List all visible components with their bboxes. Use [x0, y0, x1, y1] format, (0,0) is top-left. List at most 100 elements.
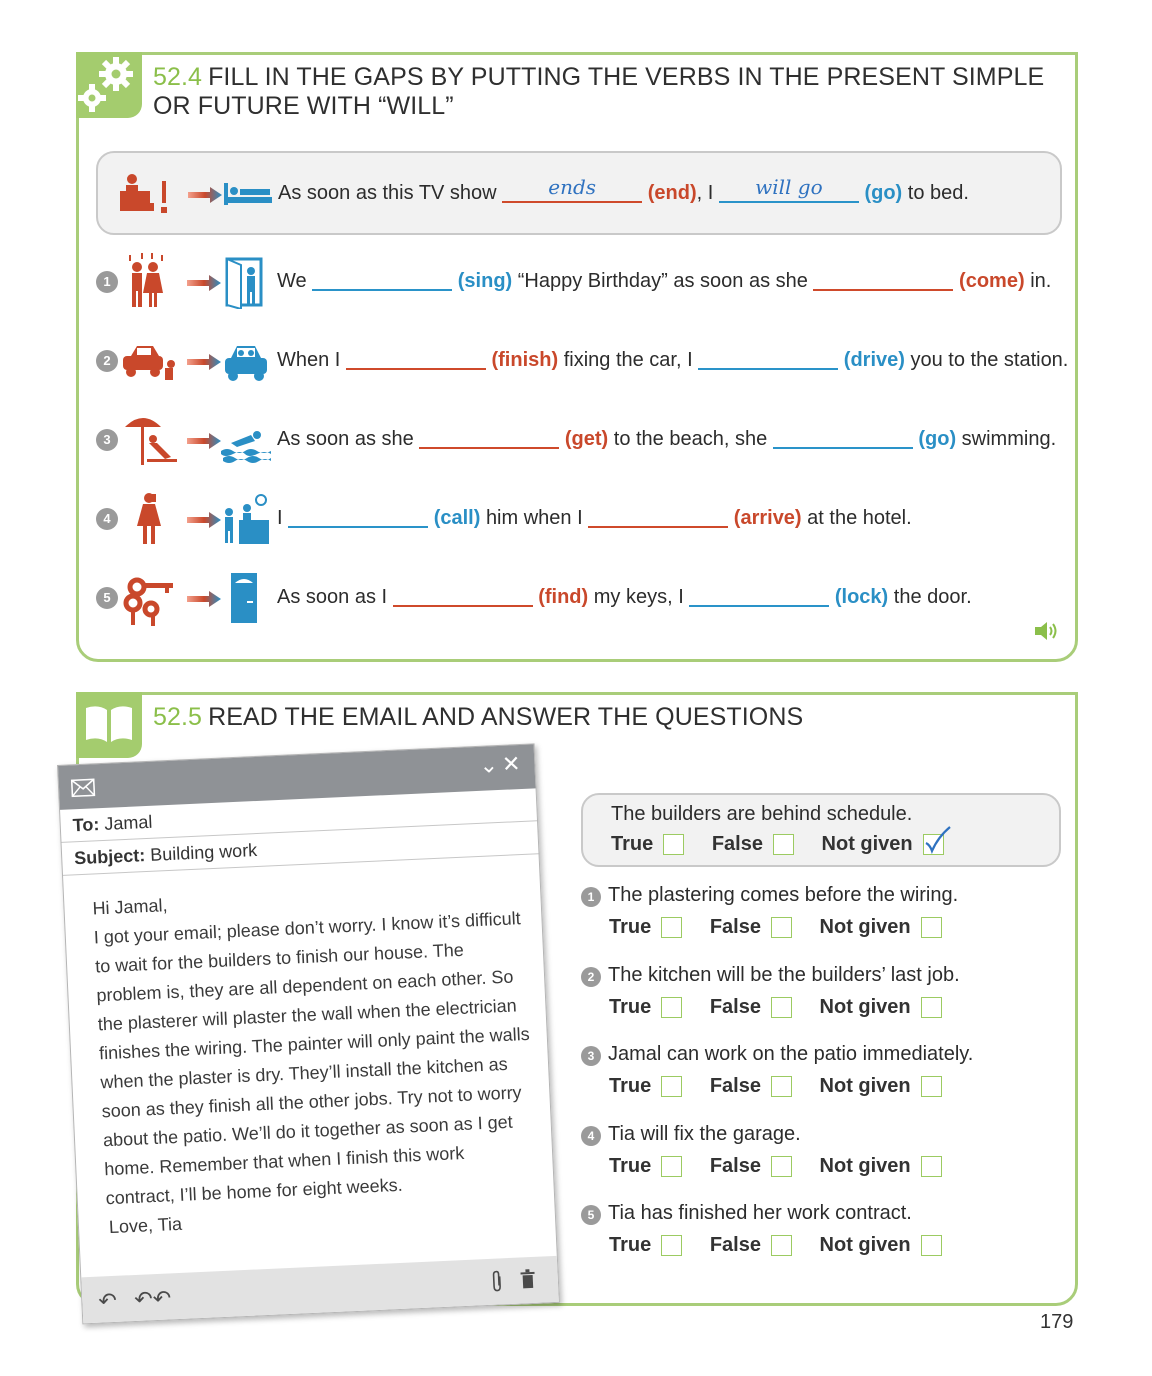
false-checkbox[interactable]	[772, 834, 794, 856]
example-sentence: As soon as this TV show ends (end), I wi…	[278, 175, 969, 205]
close-icon[interactable]: ✕	[501, 751, 525, 777]
email-body: Hi Jamal, I got your email; please don’t…	[63, 854, 555, 1243]
reply-icon[interactable]: ↶	[98, 1288, 118, 1315]
true-checkbox[interactable]	[661, 997, 683, 1019]
open-book-icon	[86, 706, 132, 742]
answer-blank[interactable]: ends	[502, 175, 643, 203]
not-given-checkbox[interactable]	[920, 997, 942, 1019]
item-sentence: When I (finish) fixing the car, I (drive…	[277, 348, 1068, 372]
check-mark-icon	[925, 826, 951, 855]
gears-badge	[76, 52, 142, 118]
trash-icon[interactable]	[519, 1269, 536, 1290]
exercise-heading: FILL IN THE GAPS BY PUTTING THE VERBS IN…	[153, 63, 1045, 120]
not-given-checkbox[interactable]	[922, 826, 951, 856]
option-not-given-label: Not given	[819, 1234, 911, 1257]
option-not-given-label: Not given	[819, 1075, 911, 1098]
question-3: 3 Jamal can work on the patio immediatel…	[581, 1042, 1071, 1106]
verb-prompt: (drive)	[843, 349, 905, 371]
option-true-label: True	[611, 833, 654, 856]
example-row: As soon as this TV show ends (end), I wi…	[96, 151, 1062, 235]
answer-options: True False Not given	[609, 996, 942, 1019]
not-given-checkbox[interactable]	[920, 1235, 942, 1257]
answer-blank[interactable]: will go	[718, 175, 859, 203]
true-checkbox[interactable]	[661, 1076, 683, 1098]
false-checkbox[interactable]	[770, 1156, 792, 1178]
audio-speaker-icon[interactable]	[1033, 619, 1061, 643]
item-number: 2	[96, 350, 118, 372]
exercise-heading: READ THE EMAIL AND ANSWER THE QUESTIONS	[208, 703, 804, 731]
true-checkbox[interactable]	[663, 834, 685, 856]
answer-blank[interactable]	[419, 427, 560, 449]
not-given-checkbox[interactable]	[920, 917, 942, 939]
reply-all-icon[interactable]: ↶↶	[134, 1285, 172, 1313]
attachment-icon[interactable]	[489, 1270, 504, 1293]
option-not-given-label: Not given	[819, 916, 911, 939]
sentence-text: to the beach, she	[613, 428, 768, 450]
answer-blank[interactable]	[772, 427, 913, 449]
subject-label: Subject:	[73, 845, 146, 869]
item-number: 5	[96, 587, 118, 609]
page-number: 179	[1040, 1311, 1074, 1333]
envelope-icon	[70, 778, 96, 798]
person-watching-tv-icon	[120, 174, 167, 213]
verb-prompt: (call)	[433, 507, 481, 529]
email-footer-bar: ↶ ↶↶	[81, 1255, 559, 1324]
answer-blank[interactable]	[345, 348, 486, 370]
keys-icon	[123, 577, 173, 626]
book-badge	[76, 692, 142, 758]
question-text: Tia will fix the garage.	[608, 1123, 801, 1145]
answer-blank[interactable]	[689, 585, 830, 607]
not-given-checkbox[interactable]	[920, 1076, 942, 1098]
answer-blank[interactable]	[588, 506, 729, 528]
verb-prompt: (find)	[538, 586, 589, 608]
people-singing-icon	[129, 253, 163, 307]
arrow-icon	[187, 433, 221, 449]
answer-blank[interactable]	[392, 585, 533, 607]
question-text: The plastering comes before the wiring.	[608, 884, 959, 906]
option-true-label: True	[609, 1234, 652, 1257]
answer-blank[interactable]	[698, 348, 839, 370]
answer-options: True False Not given	[609, 1075, 942, 1098]
handwritten-answer: ends	[548, 175, 597, 199]
beach-umbrella-icon	[125, 418, 177, 465]
question-number: 2	[581, 967, 601, 987]
exercise-52-4: 52.4 FILL IN THE GAPS BY PUTTING THE VERB…	[76, 52, 1078, 662]
question-text: Tia has finished her work contract.	[608, 1202, 912, 1224]
sentence-text: As soon as this TV show	[278, 182, 497, 204]
exercise-52-5: 52.5 READ THE EMAIL AND ANSWER THE QUESTI…	[57, 692, 1078, 1325]
sentence-text: As soon as I	[277, 586, 388, 608]
question-number: 3	[581, 1046, 601, 1066]
false-checkbox[interactable]	[770, 917, 792, 939]
email-window: ⌄✕ To: Jamal Subject: Building work Hi J…	[57, 743, 560, 1325]
exercise-item-5: 5 As soon as I (find) my keys, I (lock) …	[79, 569, 1079, 629]
answer-blank[interactable]	[813, 269, 954, 291]
sentence-text: at the hotel.	[807, 507, 912, 529]
not-given-checkbox[interactable]	[920, 1156, 942, 1178]
true-checkbox[interactable]	[661, 1156, 683, 1178]
woman-on-phone-icon	[137, 493, 161, 544]
chevron-down-icon[interactable]: ⌄	[479, 752, 503, 778]
bed-icon	[224, 183, 272, 205]
exercise-number: 52.4	[153, 63, 203, 91]
false-checkbox[interactable]	[770, 997, 792, 1019]
to-value: Jamal	[103, 811, 153, 834]
verb-prompt: (sing)	[457, 270, 513, 292]
item-sentence: I (call) him when I (arrive) at the hote…	[277, 506, 912, 530]
arrow-icon	[187, 512, 221, 528]
question-number: 4	[581, 1126, 601, 1146]
false-checkbox[interactable]	[770, 1235, 792, 1257]
true-checkbox[interactable]	[661, 917, 683, 939]
verb-prompt: (lock)	[834, 586, 889, 608]
option-true-label: True	[609, 996, 652, 1019]
verb-prompt: (go)	[864, 182, 903, 204]
sentence-text: “Happy Birthday” as soon as she	[517, 270, 808, 292]
verb-prompt: (finish)	[491, 349, 559, 371]
sentence-text: , I	[696, 182, 714, 204]
false-checkbox[interactable]	[770, 1076, 792, 1098]
sentence-text: in.	[1030, 270, 1052, 292]
example-question: The builders are behind schedule. True F…	[581, 793, 1061, 867]
answer-blank[interactable]	[312, 269, 453, 291]
option-false-label: False	[709, 1075, 761, 1098]
true-checkbox[interactable]	[661, 1235, 683, 1257]
answer-blank[interactable]	[288, 506, 429, 528]
